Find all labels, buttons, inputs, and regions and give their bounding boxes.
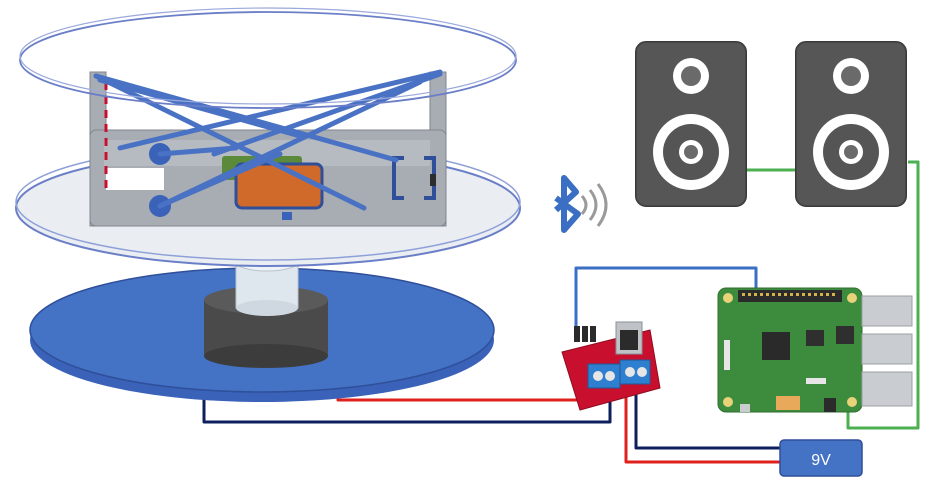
bluetooth-icon bbox=[553, 175, 608, 233]
battery-label: 9V bbox=[811, 452, 831, 469]
signal-arc-3 bbox=[596, 183, 608, 227]
signal-arc-1 bbox=[580, 195, 588, 215]
diagram-canvas: 9V bbox=[15, 7, 920, 477]
speaker-icon-left bbox=[635, 41, 747, 207]
speaker-icon-right bbox=[795, 41, 907, 207]
signal-arc-2 bbox=[588, 189, 598, 221]
motor-driver-icon bbox=[561, 321, 661, 411]
raspberry-pi-icon bbox=[717, 287, 913, 413]
